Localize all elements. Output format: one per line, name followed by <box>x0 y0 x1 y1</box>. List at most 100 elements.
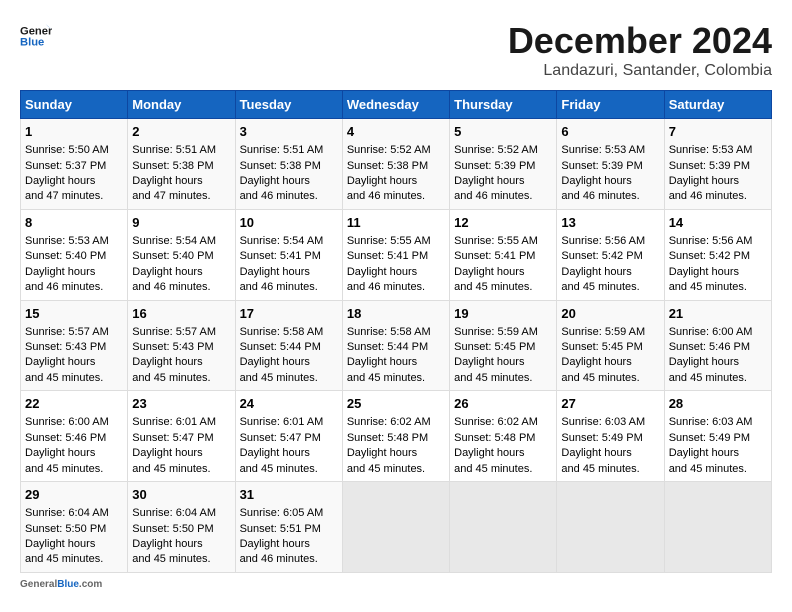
sunset-text: Sunset: 5:37 PM <box>25 160 106 172</box>
table-row: 7Sunrise: 5:53 AMSunset: 5:39 PMDaylight… <box>664 119 771 210</box>
page-header: General Blue December 2024 Landazuri, Sa… <box>20 20 772 80</box>
sunrise-text: Sunrise: 6:02 AM <box>347 416 431 428</box>
col-tuesday: Tuesday <box>235 91 342 119</box>
day-number: 19 <box>454 305 552 323</box>
day-number: 26 <box>454 395 552 413</box>
table-row: 27Sunrise: 6:03 AMSunset: 5:49 PMDayligh… <box>557 391 664 482</box>
table-row <box>664 482 771 573</box>
calendar-week-row: 29Sunrise: 6:04 AMSunset: 5:50 PMDayligh… <box>21 482 772 573</box>
table-row: 8Sunrise: 5:53 AMSunset: 5:40 PMDaylight… <box>21 209 128 300</box>
daylight-value: and 45 minutes. <box>561 281 639 293</box>
sunrise-text: Sunrise: 6:03 AM <box>561 416 645 428</box>
day-number: 23 <box>132 395 230 413</box>
sunset-text: Sunset: 5:44 PM <box>240 341 321 353</box>
day-number: 14 <box>669 214 767 232</box>
daylight-value: and 45 minutes. <box>132 463 210 475</box>
sunrise-text: Sunrise: 5:51 AM <box>132 144 216 156</box>
sunrise-text: Sunrise: 5:58 AM <box>240 326 324 338</box>
table-row <box>450 482 557 573</box>
daylight-value: and 46 minutes. <box>240 190 318 202</box>
day-number: 1 <box>25 123 123 141</box>
day-number: 21 <box>669 305 767 323</box>
sunset-text: Sunset: 5:46 PM <box>25 432 106 444</box>
table-row: 16Sunrise: 5:57 AMSunset: 5:43 PMDayligh… <box>128 300 235 391</box>
day-number: 2 <box>132 123 230 141</box>
sunset-text: Sunset: 5:38 PM <box>240 160 321 172</box>
svg-text:General: General <box>20 25 52 37</box>
sunset-text: Sunset: 5:48 PM <box>347 432 428 444</box>
table-row: 9Sunrise: 5:54 AMSunset: 5:40 PMDaylight… <box>128 209 235 300</box>
sunrise-text: Sunrise: 5:57 AM <box>25 326 109 338</box>
subtitle: Landazuri, Santander, Colombia <box>508 62 772 80</box>
daylight-value: and 45 minutes. <box>454 463 532 475</box>
table-row: 23Sunrise: 6:01 AMSunset: 5:47 PMDayligh… <box>128 391 235 482</box>
svg-text:Blue: Blue <box>20 37 44 49</box>
sunrise-text: Sunrise: 5:54 AM <box>240 235 324 247</box>
sunset-text: Sunset: 5:42 PM <box>561 250 642 262</box>
daylight-label: Daylight hours <box>25 175 95 187</box>
table-row: 5Sunrise: 5:52 AMSunset: 5:39 PMDaylight… <box>450 119 557 210</box>
sunset-text: Sunset: 5:50 PM <box>25 523 106 535</box>
sunrise-text: Sunrise: 6:02 AM <box>454 416 538 428</box>
table-row: 31Sunrise: 6:05 AMSunset: 5:51 PMDayligh… <box>235 482 342 573</box>
sunrise-text: Sunrise: 6:00 AM <box>669 326 753 338</box>
table-row: 18Sunrise: 5:58 AMSunset: 5:44 PMDayligh… <box>342 300 449 391</box>
daylight-label: Daylight hours <box>25 356 95 368</box>
sunrise-text: Sunrise: 5:59 AM <box>561 326 645 338</box>
sunset-text: Sunset: 5:40 PM <box>132 250 213 262</box>
daylight-value: and 45 minutes. <box>347 463 425 475</box>
sunrise-text: Sunrise: 6:00 AM <box>25 416 109 428</box>
sunset-text: Sunset: 5:51 PM <box>240 523 321 535</box>
sunrise-text: Sunrise: 5:55 AM <box>347 235 431 247</box>
daylight-value: and 45 minutes. <box>132 553 210 565</box>
daylight-value: and 46 minutes. <box>347 190 425 202</box>
daylight-label: Daylight hours <box>132 266 202 278</box>
day-number: 30 <box>132 486 230 504</box>
day-number: 18 <box>347 305 445 323</box>
logo-icon: General Blue <box>20 20 52 52</box>
sunrise-text: Sunrise: 5:50 AM <box>25 144 109 156</box>
daylight-value: and 46 minutes. <box>132 281 210 293</box>
day-number: 6 <box>561 123 659 141</box>
table-row: 11Sunrise: 5:55 AMSunset: 5:41 PMDayligh… <box>342 209 449 300</box>
sunrise-text: Sunrise: 6:04 AM <box>25 507 109 519</box>
daylight-label: Daylight hours <box>25 538 95 550</box>
sunrise-text: Sunrise: 5:56 AM <box>669 235 753 247</box>
daylight-label: Daylight hours <box>347 447 417 459</box>
day-number: 27 <box>561 395 659 413</box>
logo: General Blue <box>20 20 52 52</box>
sunset-text: Sunset: 5:40 PM <box>25 250 106 262</box>
sunrise-text: Sunrise: 5:59 AM <box>454 326 538 338</box>
daylight-value: and 46 minutes. <box>240 281 318 293</box>
daylight-label: Daylight hours <box>347 175 417 187</box>
day-number: 17 <box>240 305 338 323</box>
table-row: 2Sunrise: 5:51 AMSunset: 5:38 PMDaylight… <box>128 119 235 210</box>
calendar-week-row: 15Sunrise: 5:57 AMSunset: 5:43 PMDayligh… <box>21 300 772 391</box>
table-row: 13Sunrise: 5:56 AMSunset: 5:42 PMDayligh… <box>557 209 664 300</box>
daylight-label: Daylight hours <box>454 356 524 368</box>
sunrise-text: Sunrise: 5:54 AM <box>132 235 216 247</box>
table-row: 21Sunrise: 6:00 AMSunset: 5:46 PMDayligh… <box>664 300 771 391</box>
sunrise-text: Sunrise: 5:53 AM <box>561 144 645 156</box>
calendar-header-row: Sunday Monday Tuesday Wednesday Thursday… <box>21 91 772 119</box>
table-row: 25Sunrise: 6:02 AMSunset: 5:48 PMDayligh… <box>342 391 449 482</box>
col-wednesday: Wednesday <box>342 91 449 119</box>
table-row: 12Sunrise: 5:55 AMSunset: 5:41 PMDayligh… <box>450 209 557 300</box>
daylight-value: and 45 minutes. <box>669 463 747 475</box>
table-row <box>557 482 664 573</box>
daylight-label: Daylight hours <box>25 447 95 459</box>
daylight-value: and 46 minutes. <box>240 553 318 565</box>
daylight-value: and 45 minutes. <box>25 463 103 475</box>
sunset-text: Sunset: 5:39 PM <box>669 160 750 172</box>
daylight-value: and 45 minutes. <box>25 372 103 384</box>
daylight-label: Daylight hours <box>132 175 202 187</box>
main-title: December 2024 <box>508 20 772 62</box>
daylight-label: Daylight hours <box>669 356 739 368</box>
sunset-text: Sunset: 5:49 PM <box>669 432 750 444</box>
table-row: 15Sunrise: 5:57 AMSunset: 5:43 PMDayligh… <box>21 300 128 391</box>
daylight-value: and 45 minutes. <box>561 463 639 475</box>
daylight-value: and 45 minutes. <box>347 372 425 384</box>
daylight-label: Daylight hours <box>132 447 202 459</box>
sunset-text: Sunset: 5:41 PM <box>347 250 428 262</box>
daylight-label: Daylight hours <box>561 266 631 278</box>
